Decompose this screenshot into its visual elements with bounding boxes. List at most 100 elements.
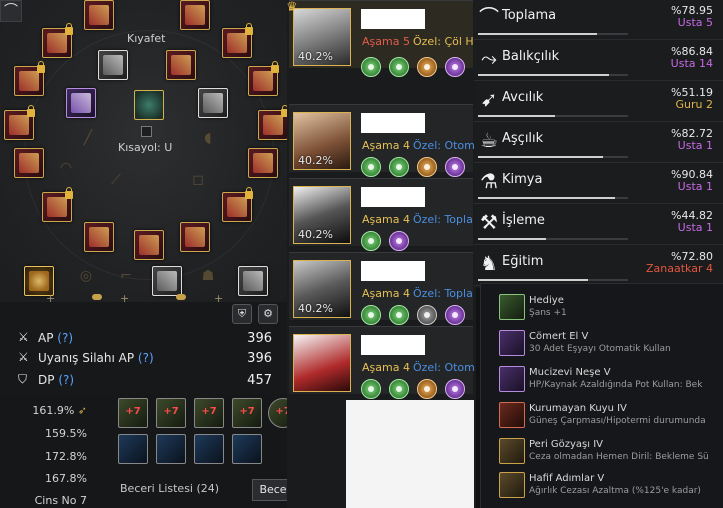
life-skill-rank: Usta 1 (677, 139, 713, 152)
costume-slot[interactable] (66, 88, 96, 118)
pet-portrait (293, 334, 351, 392)
pet-name-redacted (361, 187, 425, 207)
life-skill-progress (478, 238, 628, 240)
pet-stage: Aşama 4 (362, 139, 410, 152)
armor-silhouette-icon: ◻ (192, 172, 204, 188)
feather-icon (499, 472, 525, 498)
fish-icon: ⤳ (481, 46, 497, 70)
dp-help-button[interactable]: (?) (58, 373, 74, 387)
pet-name-redacted (361, 9, 425, 29)
shortcut-checkbox[interactable] (141, 126, 152, 137)
gear-icon[interactable]: ⚙ (258, 304, 278, 324)
horse-icon: ♞ (480, 251, 498, 275)
life-skill-row[interactable]: ➹ Avcılık %51.19 Guru 2 (474, 82, 723, 122)
pet-skill-icon (445, 157, 465, 177)
equipment-slot[interactable] (42, 23, 73, 58)
horse-gear-slot[interactable] (232, 434, 262, 464)
pet-special: Özel: Topla (413, 287, 473, 300)
buff-item[interactable]: Hafif Adımlar V Ağırlık Cezası Azaltma (… (499, 470, 723, 504)
awakening-ap-value: 396 (247, 351, 272, 366)
equipment-slot[interactable] (42, 187, 73, 222)
pet-stage: Aşama 5 (362, 35, 410, 48)
flower-icon (499, 330, 525, 356)
life-skill-row[interactable]: ⤳ Balıkçılık %86.84 Usta 14 (474, 41, 723, 81)
horse-gear-slot[interactable] (194, 434, 224, 464)
pet-stage: Aşama 4 (362, 287, 410, 300)
dp-row: ⛉ DP (?) 457 (0, 370, 290, 390)
life-skill-row[interactable]: ♞ Eğitim %72.80 Zanaatkar 4 (474, 246, 723, 286)
buff-name: Mucizevi Neşe V (529, 367, 611, 378)
life-skill-name: İşleme (502, 213, 545, 228)
flask-icon: ⚗ (480, 169, 498, 193)
pet-special: Özel: Otom (413, 139, 475, 152)
buff-item[interactable]: Mucizevi Neşe V HP/Kaynak Azaldığında Po… (499, 364, 723, 398)
life-skill-row[interactable]: ⚗ Kimya %90.84 Usta 1 (474, 164, 723, 204)
equipment-slot[interactable] (248, 61, 279, 96)
equipment-slot[interactable] (14, 61, 45, 96)
pet-skill-icon (361, 57, 381, 77)
equipment-slot[interactable] (152, 266, 182, 296)
horse-gear-slot[interactable]: +7 (118, 398, 148, 428)
equipment-slot[interactable] (84, 0, 114, 30)
equipment-slot[interactable] (134, 230, 164, 260)
life-skill-name: Kimya (502, 172, 543, 187)
sickle-tab-icon[interactable]: ⌒ (0, 0, 22, 22)
horse-turn-stat: 172.8% (45, 450, 87, 463)
pet-entry[interactable]: 40.2% Aşama 4 Özel: Topla (289, 252, 473, 325)
equipment-slot[interactable] (258, 105, 289, 140)
life-skill-row[interactable]: ⚒ İşleme %44.82 Usta 1 (474, 205, 723, 245)
horse-gear-slot[interactable] (118, 434, 148, 464)
equipment-slot[interactable] (222, 23, 253, 58)
shield-settings-icon[interactable]: ⛨ (232, 304, 252, 324)
equipment-slot[interactable] (222, 187, 253, 222)
hammer-icon: ⚒ (480, 210, 498, 234)
pet-entry[interactable]: 40.2% Aşama 4 Özel: Otom (289, 104, 475, 177)
buff-item[interactable]: Hediye Şans +1 (499, 292, 723, 326)
life-skill-row[interactable]: ⌒ Toplama %78.95 Usta 5 (474, 0, 723, 40)
life-skill-name: Toplama (502, 8, 557, 23)
weapon-silhouette-icon: ⟋ (111, 172, 121, 188)
costume-slot[interactable] (198, 88, 228, 118)
coin-icon (92, 294, 102, 300)
costume-slot[interactable] (98, 50, 128, 80)
pet-entry[interactable]: 40.2% Aşama 4 Özel: Topla (289, 178, 473, 251)
backpack-silhouette-icon: ☗ (201, 268, 215, 284)
equipment-slot[interactable] (4, 105, 35, 140)
equipment-slot[interactable] (14, 148, 44, 178)
buff-name: Hafif Adımlar V (529, 473, 605, 484)
horse-gear-slot[interactable] (156, 434, 186, 464)
pet-skill-icon (361, 157, 381, 177)
buff-item[interactable]: Peri Gözyaşı IV Ceza olmadan Hemen Diril… (499, 436, 723, 470)
lantern-silhouette-icon: ◎ (79, 268, 93, 284)
awakening-ap-help-button[interactable]: (?) (138, 351, 154, 365)
pet-entry[interactable]: 40.2% Aşama 5 Özel: Çöl H (289, 0, 474, 77)
pet-skill-icon (361, 231, 381, 251)
coin-icon (176, 294, 186, 300)
buff-item[interactable]: Kurumayan Kuyu IV Güneş Çarpması/Hipoter… (499, 400, 723, 434)
equipment-slot[interactable] (248, 148, 278, 178)
awakening-ap-label: Uyanış Silahı AP (?) (38, 351, 154, 365)
horse-gear-slot[interactable]: +7 (194, 398, 224, 428)
ap-help-button[interactable]: (?) (57, 331, 73, 345)
horse-gear-slot[interactable]: +7 (232, 398, 262, 428)
equipment-slot[interactable] (180, 222, 210, 252)
life-skill-rank: Usta 14 (670, 57, 713, 70)
pet-name-redacted (361, 113, 425, 133)
plus-marker: + (46, 292, 56, 302)
equipment-slot[interactable] (180, 0, 210, 30)
center-costume-slot[interactable] (134, 90, 164, 120)
life-skill-progress (478, 156, 628, 158)
costume-slot[interactable] (166, 50, 196, 80)
pet-entry[interactable]: Aşama 4 Özel: Otom (289, 326, 475, 399)
life-skill-row[interactable]: ☕ Aşçılık %82.72 Usta 1 (474, 123, 723, 163)
equipment-slot[interactable] (84, 222, 114, 252)
pet-skill-icon (445, 57, 465, 77)
chicken-icon: ☕ (480, 128, 498, 152)
buff-list: Hediye Şans +1 Cömert El V 30 Adet Eşyay… (480, 283, 723, 508)
buff-item[interactable]: Cömert El V 30 Adet Eşyayı Otomatik Kull… (499, 328, 723, 362)
horse-brake-stat: 167.8% (45, 472, 87, 485)
life-skill-rank: Usta 5 (677, 16, 713, 29)
equipment-slot[interactable] (238, 266, 268, 296)
life-skill-name: Avcılık (502, 90, 544, 105)
horse-gear-slot[interactable]: +7 (156, 398, 186, 428)
